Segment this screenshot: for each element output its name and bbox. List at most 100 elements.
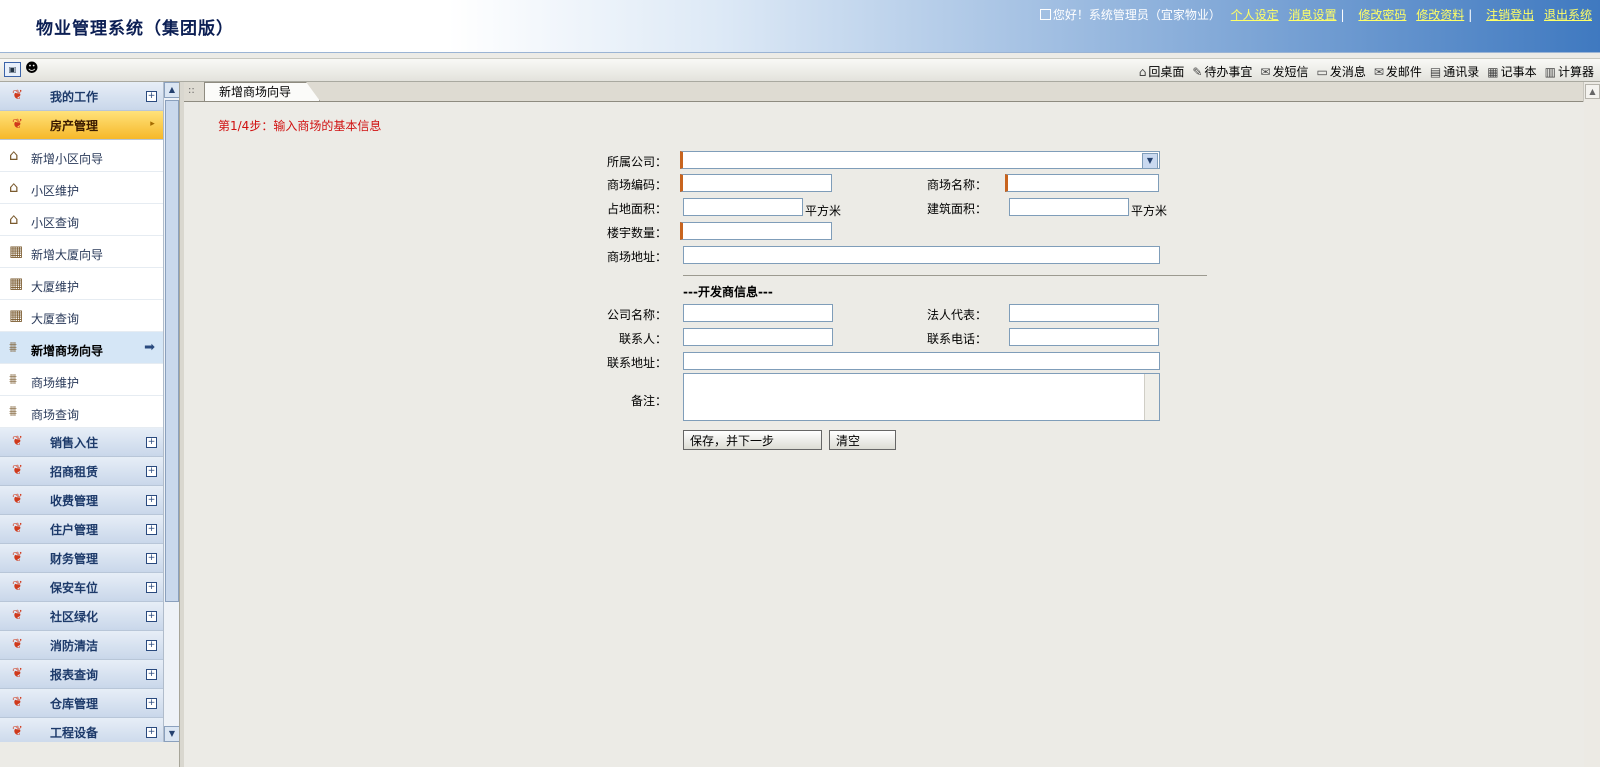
- todo-button[interactable]: ✎ 待办事宜: [1192, 63, 1252, 80]
- building-count-input[interactable]: [680, 222, 832, 240]
- expand-icon[interactable]: +: [146, 466, 157, 477]
- sidebar-group[interactable]: ❦ 住户管理 +: [0, 515, 163, 544]
- phone-label: 联系电话：: [926, 332, 987, 346]
- scroll-down-button[interactable]: ▼: [164, 726, 180, 742]
- house-icon: ⌂: [9, 210, 19, 228]
- legal-rep-input[interactable]: [1009, 304, 1159, 322]
- sidebar-item-community-maintain[interactable]: ⌂ 小区维护: [0, 172, 163, 204]
- change-password-link[interactable]: 修改密码: [1358, 8, 1406, 22]
- calculator-button[interactable]: ▥ 计算器: [1545, 63, 1594, 80]
- menu-group-icon: ❦: [12, 550, 23, 565]
- expand-icon[interactable]: +: [146, 698, 157, 709]
- todo-icon: ✎: [1192, 64, 1203, 79]
- mall-icon: ⩩: [9, 402, 18, 420]
- land-area-input[interactable]: [683, 198, 803, 216]
- expand-icon[interactable]: +: [146, 669, 157, 680]
- sidebar-item-mall-maintain[interactable]: ⩩ 商场维护: [0, 364, 163, 396]
- expand-icon[interactable]: +: [146, 495, 157, 506]
- dev-company-input[interactable]: [683, 304, 833, 322]
- sidebar-item-community-query[interactable]: ⌂ 小区查询: [0, 204, 163, 236]
- chevron-down-icon[interactable]: ▼: [1142, 153, 1158, 169]
- sidebar-item-new-community[interactable]: ⌂ 新增小区向导: [0, 140, 163, 172]
- scroll-up-button[interactable]: ▲: [1585, 84, 1600, 99]
- message-settings-link[interactable]: 消息设置: [1289, 8, 1337, 22]
- remark-label: 备注：: [630, 394, 667, 408]
- toolbar-right: ⌂ 回桌面 ✎ 待办事宜 ✉ 发短信 ▭ 发消息 ✉ 发邮件 ▤ 通讯录 ▦ 记事本 ▥ 计算器: [1139, 63, 1594, 80]
- sidebar-group[interactable]: ❦ 消防清洁 +: [0, 631, 163, 660]
- sidebar-group[interactable]: ❦ 工程设备 +: [0, 718, 163, 742]
- sidebar-group[interactable]: ❦ 报表查询 +: [0, 660, 163, 689]
- house-icon: ⌂: [9, 146, 19, 164]
- sms-button[interactable]: ✉ 发短信: [1260, 63, 1308, 80]
- expand-icon[interactable]: +: [146, 553, 157, 564]
- scroll-thumb[interactable]: [165, 100, 179, 602]
- tab-new-mall[interactable]: 新增商场向导: [204, 82, 321, 101]
- toolbar-left: ▣ ☻: [4, 62, 39, 77]
- contacts-button[interactable]: ▤ 通讯录: [1430, 63, 1479, 80]
- divider: |: [1468, 8, 1473, 22]
- personal-settings-link[interactable]: 个人设定: [1231, 8, 1279, 22]
- sidebar-group[interactable]: ❦ 保安车位 +: [0, 573, 163, 602]
- logout-link[interactable]: 注销登出: [1486, 8, 1534, 22]
- expand-icon[interactable]: +: [146, 727, 157, 738]
- sidebar-group[interactable]: ❦ 收费管理 +: [0, 486, 163, 515]
- clear-button[interactable]: 清空: [829, 430, 896, 450]
- sidebar-item-new-building[interactable]: ▦ 新增大厦向导: [0, 236, 163, 268]
- sidebar-item-mall-query[interactable]: ⩩ 商场查询: [0, 396, 163, 428]
- sidebar-item-new-mall[interactable]: ⩩ 新增商场向导 ➡: [0, 332, 163, 364]
- build-area-input[interactable]: [1009, 198, 1129, 216]
- sidebar-group[interactable]: ❦ 仓库管理 +: [0, 689, 163, 718]
- contact-address-input[interactable]: [683, 352, 1160, 370]
- address-input[interactable]: [683, 246, 1160, 264]
- qq-icon[interactable]: ☻: [25, 62, 39, 77]
- textarea-scrollbar[interactable]: [1144, 374, 1159, 420]
- user-area: 您好！系统管理员（宜家物业） 个人设定 消息设置 | 修改密码 修改资料 | 注销登…: [1039, 6, 1592, 23]
- exit-system-link[interactable]: 退出系统: [1544, 8, 1592, 22]
- scroll-up-button[interactable]: ▲: [164, 82, 180, 98]
- company-label: 所属公司：: [606, 155, 667, 169]
- message-button[interactable]: ▭ 发消息: [1316, 63, 1365, 80]
- expand-icon[interactable]: +: [146, 611, 157, 622]
- edit-profile-link[interactable]: 修改资料: [1416, 8, 1464, 22]
- menu-group-icon: ❦: [12, 88, 23, 103]
- expand-icon[interactable]: +: [146, 437, 157, 448]
- sidebar-group[interactable]: ❦ 招商租赁 +: [0, 457, 163, 486]
- expand-icon[interactable]: +: [146, 524, 157, 535]
- name-input[interactable]: [1005, 174, 1159, 192]
- save-next-button[interactable]: 保存，并下一步: [683, 430, 822, 450]
- sidebar-group[interactable]: ❦ 社区绿化 +: [0, 602, 163, 631]
- collapse-icon[interactable]: ▸: [148, 120, 157, 129]
- top-banner: 物业管理系统（集团版） 您好！系统管理员（宜家物业） 个人设定 消息设置 | 修改…: [0, 0, 1600, 53]
- expand-icon[interactable]: +: [146, 91, 157, 102]
- code-input[interactable]: [680, 174, 832, 192]
- home-button[interactable]: ⌂ 回桌面: [1139, 63, 1185, 80]
- toolbar: ▣ ☻ ⌂ 回桌面 ✎ 待办事宜 ✉ 发短信 ▭ 发消息 ✉ 发邮件 ▤ 通讯录 ▦ 记事本 …: [0, 58, 1600, 82]
- company-select[interactable]: ▼: [680, 151, 1160, 169]
- phone-input[interactable]: [1009, 328, 1159, 346]
- contact-label: 联系人：: [618, 332, 667, 346]
- sidebar-item-building-maintain[interactable]: ▦ 大厦维护: [0, 268, 163, 300]
- app-title: 物业管理系统（集团版）: [36, 19, 234, 39]
- sidebar-group[interactable]: ❦ 财务管理 +: [0, 544, 163, 573]
- greeting-text: 您好！系统管理员（宜家物业）: [1052, 8, 1221, 22]
- sidebar-group-my-work[interactable]: ❦ 我的工作 +: [0, 82, 163, 111]
- main-scrollbar[interactable]: ▲: [1583, 82, 1600, 767]
- expand-icon[interactable]: +: [146, 640, 157, 651]
- menu-group-icon: ❦: [12, 434, 23, 449]
- remark-textarea[interactable]: [683, 373, 1160, 421]
- expand-icon[interactable]: +: [146, 582, 157, 593]
- mail-button[interactable]: ✉ 发邮件: [1374, 63, 1422, 80]
- menu-group-icon: ❦: [12, 117, 23, 132]
- sidebar-item-building-query[interactable]: ▦ 大厦查询: [0, 300, 163, 332]
- notepad-icon: ▦: [1487, 64, 1499, 79]
- calculator-icon: ▥: [1544, 64, 1556, 79]
- mall-icon: ⩩: [9, 338, 18, 356]
- sidebar-group-property[interactable]: ❦ 房产管理 ▸: [0, 111, 163, 140]
- land-area-unit: 平方米: [805, 204, 842, 218]
- sidebar-group[interactable]: ❦ 销售入住 +: [0, 428, 163, 457]
- notepad-button[interactable]: ▦ 记事本: [1487, 63, 1536, 80]
- message-icon: ▭: [1316, 64, 1328, 79]
- contact-input[interactable]: [683, 328, 833, 346]
- sidebar-scrollbar[interactable]: ▲ ▼: [163, 82, 180, 742]
- window-icon[interactable]: ▣: [4, 62, 21, 77]
